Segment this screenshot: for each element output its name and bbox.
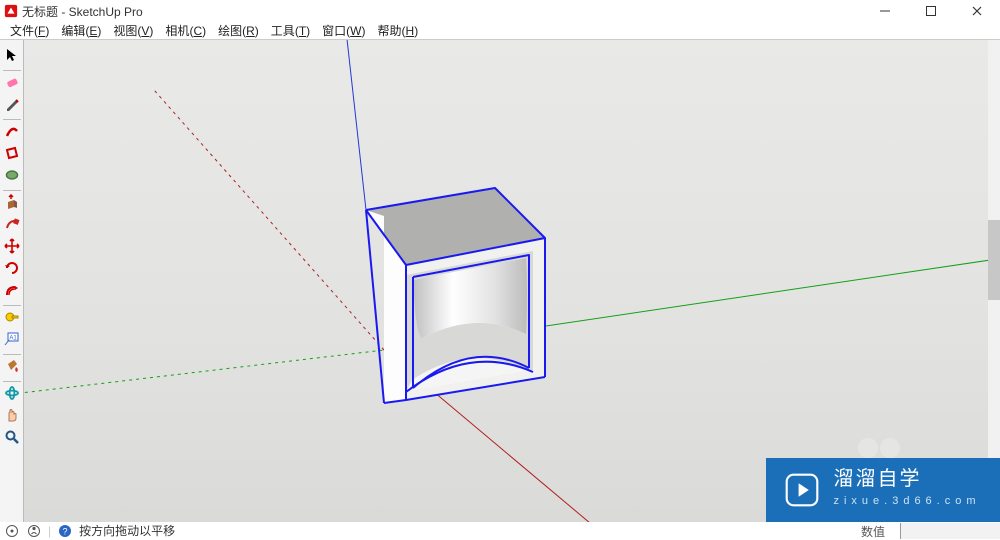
circle-icon <box>4 167 20 188</box>
circle-tool[interactable] <box>1 166 23 188</box>
menu-view[interactable]: 视图(V) <box>107 20 159 41</box>
orbit-icon <box>4 385 20 406</box>
menubar: 文件(F) 编辑(E) 视图(V) 相机(C) 绘图(R) 工具(T) 窗口(W… <box>0 22 1000 40</box>
menu-help[interactable]: 帮助(H) <box>372 20 425 41</box>
status-hint: 按方向拖动以平移 <box>79 522 175 539</box>
instructor-toggle-icon[interactable] <box>858 438 900 458</box>
measurement-input[interactable] <box>900 523 1000 539</box>
arc-icon <box>4 123 20 144</box>
paint-tool[interactable] <box>1 357 23 379</box>
svg-text:?: ? <box>63 526 68 536</box>
bucket-icon <box>4 358 20 379</box>
tape-tool[interactable] <box>1 308 23 330</box>
axis-red-neg <box>154 90 384 350</box>
workspace: A1 <box>0 40 1000 522</box>
eraser-tool[interactable] <box>1 73 23 95</box>
followme-icon <box>4 216 20 237</box>
window-title: 无标题 - SketchUp Pro <box>22 3 143 20</box>
eraser-icon <box>4 74 20 95</box>
rectangle-icon <box>4 145 20 166</box>
vertical-scrollbar[interactable] <box>988 40 1000 458</box>
axis-green-neg <box>24 350 384 395</box>
geolocate-icon[interactable] <box>4 523 20 539</box>
measurement-label: 数值 <box>851 523 895 539</box>
toolbar: A1 <box>0 40 24 522</box>
pointer-icon <box>4 47 19 67</box>
rotate-tool[interactable] <box>1 259 23 281</box>
app-icon <box>4 4 18 18</box>
offset-tool[interactable] <box>1 281 23 303</box>
model-cube[interactable] <box>366 188 545 403</box>
offset-icon <box>4 282 20 303</box>
line-tool[interactable] <box>1 95 23 117</box>
pushpull-tool[interactable] <box>1 193 23 215</box>
pencil-icon <box>4 96 20 117</box>
zoom-tool[interactable] <box>1 428 23 450</box>
move-icon <box>4 238 20 259</box>
axis-blue-pos <box>346 40 366 210</box>
credits-icon[interactable] <box>26 523 42 539</box>
rotate-icon <box>4 260 20 281</box>
move-tool[interactable] <box>1 237 23 259</box>
menu-edit[interactable]: 编辑(E) <box>55 20 107 41</box>
minimize-button[interactable] <box>862 0 908 22</box>
watermark-banner: 溜溜自学 zixue.3d66.com <box>766 458 1000 522</box>
pan-tool[interactable] <box>1 406 23 428</box>
orbit-tool[interactable] <box>1 384 23 406</box>
pushpull-icon <box>4 194 20 215</box>
followme-tool[interactable] <box>1 215 23 237</box>
window-controls <box>862 0 1000 22</box>
scrollbar-thumb[interactable] <box>988 220 1000 300</box>
arc-tool[interactable] <box>1 122 23 144</box>
titlebar: 无标题 - SketchUp Pro <box>0 0 1000 22</box>
play-icon <box>785 473 819 507</box>
menu-draw[interactable]: 绘图(R) <box>212 20 265 41</box>
svg-text:A1: A1 <box>9 335 17 341</box>
rectangle-tool[interactable] <box>1 144 23 166</box>
viewport-3d[interactable] <box>24 40 1000 522</box>
maximize-button[interactable] <box>908 0 954 22</box>
text-tool[interactable]: A1 <box>1 330 23 352</box>
text-icon: A1 <box>4 331 20 352</box>
menu-tools[interactable]: 工具(T) <box>265 20 316 41</box>
watermark-text: 溜溜自学 <box>833 468 980 490</box>
watermark-domain: zixue.3d66.com <box>833 490 980 512</box>
help-icon[interactable]: ? <box>57 523 73 539</box>
zoom-icon <box>4 429 20 450</box>
menu-camera[interactable]: 相机(C) <box>159 20 212 41</box>
close-button[interactable] <box>954 0 1000 22</box>
tape-icon <box>4 309 20 330</box>
menu-window[interactable]: 窗口(W) <box>316 20 371 41</box>
menu-file[interactable]: 文件(F) <box>4 20 55 41</box>
select-tool[interactable] <box>1 46 23 68</box>
hand-icon <box>4 407 20 428</box>
